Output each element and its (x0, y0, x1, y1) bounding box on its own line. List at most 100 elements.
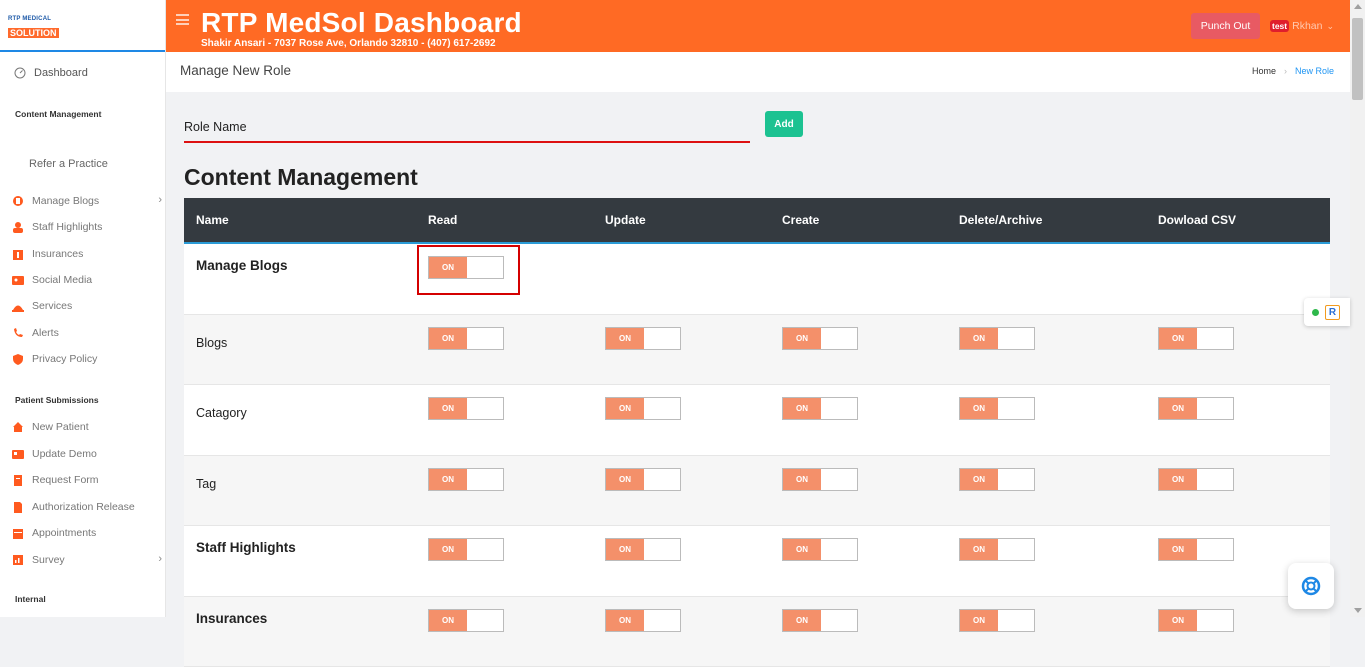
sidebar-item-survey[interactable]: Survey › (12, 552, 164, 568)
page-title: Manage New Role (180, 63, 291, 78)
permission-toggle[interactable]: ON (605, 609, 681, 632)
permission-toggle[interactable]: ON (782, 397, 858, 420)
sidebar-item-dashboard[interactable]: Dashboard (14, 67, 88, 79)
blog-icon (12, 195, 24, 207)
sidebar: RTP MEDICAL SOLUTION Dashboard Content M… (0, 0, 166, 617)
permission-toggle[interactable]: ON (1158, 609, 1234, 632)
chevron-right-icon: › (158, 553, 162, 565)
permission-toggle[interactable]: ON (959, 609, 1035, 632)
permission-toggle[interactable]: ON (782, 538, 858, 561)
permission-toggle[interactable]: ON (782, 468, 858, 491)
r-logo-icon: R (1325, 305, 1340, 320)
sidebar-item-label: Alerts (32, 327, 59, 339)
sidebar-item-update-demo[interactable]: Update Demo (12, 446, 164, 462)
permission-toggle[interactable]: ON (1158, 327, 1234, 350)
permission-toggle[interactable]: ON (605, 397, 681, 420)
toggle-on-label: ON (960, 469, 998, 490)
table-row: Manage BlogsON (184, 244, 1330, 315)
toggle-on-label: ON (606, 328, 644, 349)
floating-widget[interactable]: R (1304, 298, 1350, 326)
hamburger-menu-icon[interactable] (176, 14, 189, 25)
toggle-on-label: ON (1159, 398, 1197, 419)
sidebar-item-label: New Patient (32, 421, 89, 433)
permission-toggle[interactable]: ON (1158, 397, 1234, 420)
sidebar-section-internal: Internal (15, 594, 46, 604)
logo-area: RTP MEDICAL SOLUTION (0, 0, 165, 52)
column-header: Create (782, 213, 819, 227)
table-header: Name Read Update Create Delete/Archive D… (184, 198, 1330, 244)
sidebar-item-authorization-release[interactable]: Authorization Release (12, 499, 164, 515)
toggle-on-label: ON (429, 469, 467, 490)
alerts-icon (12, 327, 24, 339)
sidebar-item-refer[interactable]: Refer a Practice (29, 158, 108, 170)
online-status-icon (1312, 309, 1319, 316)
sidebar-item-appointments[interactable]: Appointments (12, 525, 164, 541)
toggle-on-label: ON (960, 610, 998, 631)
permission-toggle[interactable]: ON (1158, 538, 1234, 561)
role-name-input[interactable]: Role Name (184, 113, 750, 143)
scrollbar-thumb[interactable] (1352, 18, 1363, 100)
permission-toggle[interactable]: ON (428, 538, 504, 561)
toggle-on-label: ON (606, 398, 644, 419)
sidebar-item-label: Staff Highlights (32, 221, 102, 233)
id-card-icon (12, 448, 24, 460)
staff-icon (12, 221, 24, 233)
page-scrollbar[interactable] (1350, 0, 1365, 617)
user-badge: test (1270, 20, 1289, 32)
scroll-down-icon[interactable] (1354, 608, 1362, 613)
permission-toggle[interactable]: ON (605, 538, 681, 561)
sidebar-item-request-form[interactable]: Request Form (12, 472, 164, 488)
toggle-on-label: ON (1159, 610, 1197, 631)
permission-toggle[interactable]: ON (959, 538, 1035, 561)
sidebar-item-alerts[interactable]: Alerts (12, 325, 164, 341)
sidebar-item-social-media[interactable]: Social Media (12, 272, 164, 288)
breadcrumb-home[interactable]: Home (1252, 66, 1276, 76)
sidebar-item-label: Appointments (32, 527, 96, 539)
sidebar-item-label: Survey (32, 554, 65, 566)
row-name: Blogs (196, 336, 227, 350)
toggle-on-label: ON (606, 610, 644, 631)
sidebar-item-staff-highlights[interactable]: Staff Highlights (12, 219, 164, 235)
sidebar-item-new-patient[interactable]: New Patient (12, 419, 164, 435)
permission-toggle[interactable]: ON (782, 327, 858, 350)
sidebar-section-patient: Patient Submissions (15, 395, 99, 405)
toggle-on-label: ON (1159, 539, 1197, 560)
permission-toggle[interactable]: ON (428, 609, 504, 632)
sidebar-item-services[interactable]: Services (12, 298, 164, 314)
permission-toggle[interactable]: ON (782, 609, 858, 632)
permission-toggle[interactable]: ON (428, 468, 504, 491)
help-button[interactable] (1288, 563, 1334, 609)
scroll-up-icon[interactable] (1354, 4, 1362, 9)
permission-toggle[interactable]: ON (1158, 468, 1234, 491)
permission-toggle[interactable]: ON (428, 327, 504, 350)
permission-toggle[interactable]: ON (428, 397, 504, 420)
permission-toggle[interactable]: ON (959, 327, 1035, 350)
sidebar-item-insurances[interactable]: Insurances (12, 246, 164, 262)
toggle-on-label: ON (960, 398, 998, 419)
row-name: Tag (196, 477, 216, 491)
permission-toggle[interactable]: ON (959, 468, 1035, 491)
permission-toggle[interactable]: ON (605, 327, 681, 350)
toggle-on-label: ON (606, 539, 644, 560)
sidebar-item-label: Update Demo (32, 448, 97, 460)
logo-line2: SOLUTION (8, 28, 59, 38)
logo[interactable]: RTP MEDICAL SOLUTION (8, 16, 58, 34)
document-icon (12, 501, 24, 513)
permissions-table: Name Read Update Create Delete/Archive D… (184, 198, 1330, 667)
add-button[interactable]: Add (765, 111, 803, 137)
column-header: Dowload CSV (1158, 213, 1236, 227)
sidebar-item-label: Authorization Release (32, 501, 135, 513)
sidebar-section-content: Content Management (15, 109, 101, 119)
sidebar-item-manage-blogs[interactable]: Manage Blogs› (12, 193, 164, 209)
services-icon (12, 300, 24, 312)
sidebar-item-privacy-policy[interactable]: Privacy Policy (12, 351, 164, 367)
column-header: Update (605, 213, 646, 227)
chart-icon (12, 554, 24, 566)
highlight-box (417, 245, 520, 295)
chevron-right-icon: › (158, 194, 162, 206)
permission-toggle[interactable]: ON (959, 397, 1035, 420)
user-menu[interactable]: test Rkhan ⌄ (1270, 20, 1334, 32)
insurance-icon (12, 248, 24, 260)
permission-toggle[interactable]: ON (605, 468, 681, 491)
punch-out-button[interactable]: Punch Out (1191, 13, 1260, 39)
